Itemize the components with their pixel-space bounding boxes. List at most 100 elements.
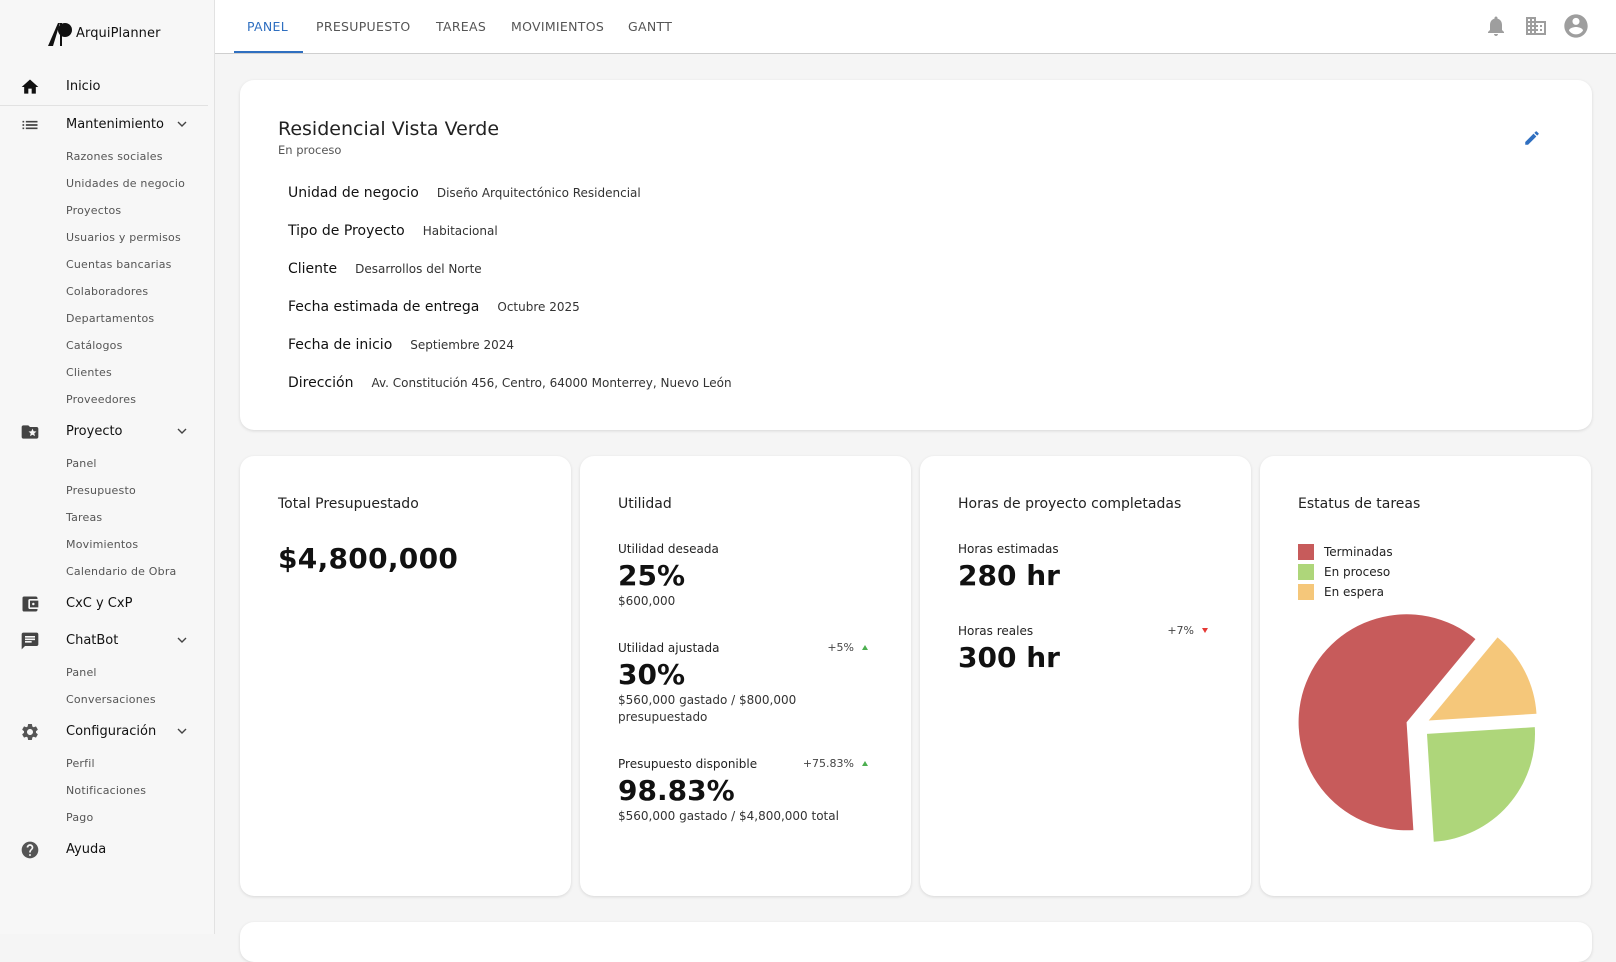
info-row-client: Cliente Desarrollos del Norte: [288, 261, 482, 277]
sidebar-item-cxc[interactable]: CxC y CxP: [0, 585, 214, 622]
home-icon: [21, 79, 39, 94]
metric-value: 300 hr: [958, 641, 1060, 674]
card-title: Utilidad: [618, 496, 672, 512]
metric-value: 98.83%: [618, 774, 735, 807]
sidebar-item-mantenimiento[interactable]: Mantenimiento: [0, 106, 214, 143]
project-status: En proceso: [278, 143, 342, 157]
sidebar-item-ayuda[interactable]: Ayuda: [0, 831, 214, 868]
legend-label: En proceso: [1324, 565, 1391, 579]
tab-tareas[interactable]: TAREAS: [436, 0, 486, 53]
field-label: Tipo de Proyecto: [288, 223, 405, 239]
building-icon[interactable]: [1524, 14, 1548, 38]
edit-icon[interactable]: [1523, 129, 1541, 147]
chevron-down-icon[interactable]: [176, 634, 188, 646]
chevron-down-icon[interactable]: [176, 425, 188, 437]
total-budget-value: $4,800,000: [278, 542, 459, 575]
hours-card: Horas de proyecto completadas Horas esti…: [920, 456, 1251, 896]
maintenance-submenu: Razones sociales Unidades de negocio Pro…: [0, 143, 214, 413]
sidebar-subitem[interactable]: Tareas: [0, 504, 214, 531]
metric-value: 25%: [618, 559, 686, 592]
field-label: Fecha estimada de entrega: [288, 299, 480, 315]
sidebar-subitem[interactable]: Colaboradores: [0, 278, 214, 305]
sidebar-subitem[interactable]: Conversaciones: [0, 686, 214, 713]
project-submenu: Panel Presupuesto Tareas Movimientos Cal…: [0, 450, 214, 585]
task-status-pie-chart: [1298, 614, 1537, 842]
sidebar-subitem[interactable]: Perfil: [0, 750, 214, 777]
sidebar-subitem[interactable]: Notificaciones: [0, 777, 214, 804]
top-bar: [215, 0, 1616, 54]
sidebar-subitem[interactable]: Panel: [0, 450, 214, 477]
sidebar-nav: Inicio Mantenimiento Razones sociales Un…: [0, 68, 214, 868]
legend-item: En espera: [1298, 582, 1393, 602]
legend-swatch: [1298, 564, 1314, 580]
chevron-down-icon[interactable]: [176, 118, 188, 130]
tab-panel[interactable]: PANEL: [247, 0, 288, 53]
list-icon: [22, 120, 38, 130]
trend-up-icon: [862, 645, 868, 650]
next-section-card: [240, 922, 1592, 962]
metric-available-budget: Presupuesto disponible +75.83% 98.83% $5…: [618, 757, 868, 825]
sidebar-subitem[interactable]: Cuentas bancarias: [0, 251, 214, 278]
config-submenu: Perfil Notificaciones Pago: [0, 750, 214, 831]
active-tab-indicator: [234, 51, 303, 53]
sidebar-item-label: Mantenimiento: [66, 117, 164, 132]
info-row-business-unit: Unidad de negocio Diseño Arquitectónico …: [288, 185, 641, 201]
metric-real-hours: Horas reales +7% 300 hr: [958, 624, 1208, 675]
sidebar-subitem[interactable]: Razones sociales: [0, 143, 214, 170]
field-value: Habitacional: [422, 224, 498, 238]
card-title: Estatus de tareas: [1298, 496, 1421, 512]
sidebar-subitem[interactable]: Presupuesto: [0, 477, 214, 504]
sidebar-subitem[interactable]: Calendario de Obra: [0, 558, 214, 585]
field-value: Av. Constitución 456, Centro, 64000 Mont…: [371, 376, 732, 390]
sidebar-item-inicio[interactable]: Inicio: [0, 68, 214, 105]
app-logo[interactable]: ArquiPlanner: [46, 18, 161, 48]
delta-badge: +75.83%: [803, 757, 868, 770]
sidebar-item-configuracion[interactable]: Configuración: [0, 713, 214, 750]
delta-value: +75.83%: [802, 757, 854, 770]
sidebar-subitem[interactable]: Pago: [0, 804, 214, 831]
info-row-delivery-date: Fecha estimada de entrega Octubre 2025: [288, 299, 580, 315]
profit-card: Utilidad Utilidad deseada 25% $600,000 U…: [580, 456, 911, 896]
sidebar-subitem[interactable]: Catálogos: [0, 332, 214, 359]
delta-value: +5%: [827, 641, 854, 654]
field-value: Desarrollos del Norte: [355, 262, 482, 276]
sidebar-item-proyecto[interactable]: Proyecto: [0, 413, 214, 450]
project-info-card: Residencial Vista Verde En proceso Unida…: [240, 80, 1592, 430]
sidebar-subitem[interactable]: Panel: [0, 659, 214, 686]
metric-estimated-hours: Horas estimadas 280 hr: [958, 542, 1208, 593]
sidebar-subitem[interactable]: Usuarios y permisos: [0, 224, 214, 251]
field-label: Fecha de inicio: [288, 337, 393, 353]
sidebar-item-chatbot[interactable]: ChatBot: [0, 622, 214, 659]
app-name: ArquiPlanner: [76, 25, 161, 41]
metric-label: Horas estimadas: [958, 542, 1059, 556]
help-icon: [21, 841, 39, 859]
legend-item: En proceso: [1298, 562, 1393, 582]
sidebar-subitem[interactable]: Proyectos: [0, 197, 214, 224]
metric-value: 280 hr: [958, 559, 1060, 592]
sidebar-subitem[interactable]: Unidades de negocio: [0, 170, 214, 197]
sidebar-item-label: ChatBot: [66, 633, 119, 648]
metric-subtext: $600,000: [618, 594, 676, 608]
metric-subtext: $560,000 gastado / $800,000 presupuestad…: [618, 693, 797, 724]
delta-value: +7%: [1167, 624, 1194, 637]
chevron-down-icon[interactable]: [176, 725, 188, 737]
field-value: Diseño Arquitectónico Residencial: [436, 186, 641, 200]
sidebar-subitem[interactable]: Departamentos: [0, 305, 214, 332]
sidebar-subitem[interactable]: Movimientos: [0, 531, 214, 558]
sidebar-subitem[interactable]: Clientes: [0, 359, 214, 386]
legend-label: Terminadas: [1324, 545, 1393, 559]
tab-movimientos[interactable]: MOVIMIENTOS: [511, 0, 604, 53]
metric-subtext: $560,000 gastado / $4,800,000 total: [618, 809, 839, 823]
pie-slice-en-proceso[interactable]: [1427, 727, 1536, 842]
bell-icon[interactable]: [1484, 14, 1508, 38]
tab-presupuesto[interactable]: PRESUPUESTO: [316, 0, 411, 53]
metric-label: Utilidad deseada: [618, 542, 719, 556]
tab-gantt[interactable]: GANTT: [628, 0, 672, 53]
trend-up-icon: [862, 761, 868, 766]
delta-badge: +7%: [1167, 624, 1208, 637]
field-label: Cliente: [288, 261, 338, 277]
legend-item: Terminadas: [1298, 542, 1393, 562]
sidebar-subitem[interactable]: Proveedores: [0, 386, 214, 413]
chart-legend: Terminadas En proceso En espera: [1298, 542, 1393, 602]
account-icon[interactable]: [1562, 12, 1590, 40]
